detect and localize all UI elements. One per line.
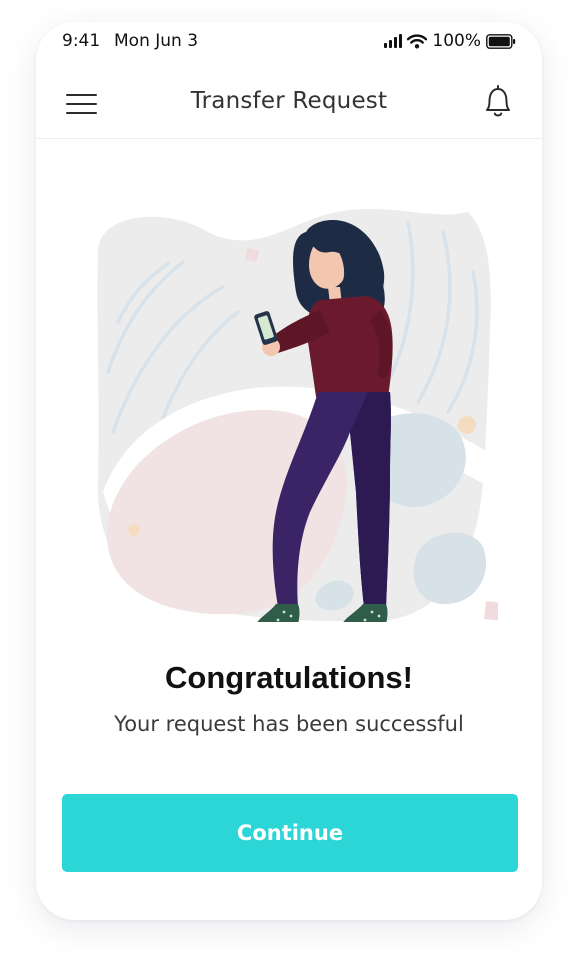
page-title: Transfer Request [190,88,388,114]
success-headline: Congratulations! [165,660,413,695]
signal-icon [384,34,403,48]
continue-button[interactable]: Continue [62,794,518,872]
wifi-icon [407,33,428,49]
phone-screen: 9:41 Mon Jun 3 100% Transfer Request Con… [36,22,542,920]
status-indicators: 100% [384,31,516,51]
top-navigation: Transfer Request [36,70,542,139]
bell-icon[interactable] [481,82,515,120]
status-time: 9:41 [62,31,101,51]
status-date: Mon Jun 3 [114,31,199,51]
success-message: Your request has been successful [114,712,464,736]
battery-icon [486,33,516,49]
battery-percent: 100% [432,31,481,51]
woman-with-phone-illustration [88,192,504,624]
status-bar: 9:41 Mon Jun 3 100% [36,22,542,62]
